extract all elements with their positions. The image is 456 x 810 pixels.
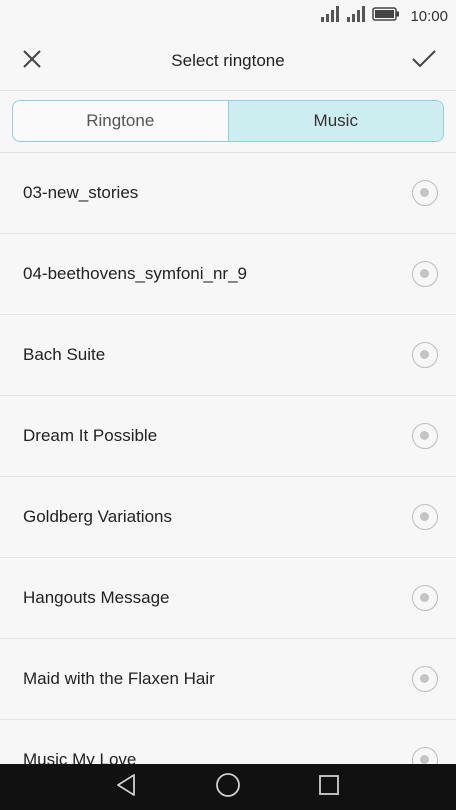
signal-icon (320, 5, 340, 27)
radio-button[interactable] (412, 585, 438, 611)
radio-dot-icon (420, 593, 429, 602)
list-item-label: 04-beethovens_symfoni_nr_9 (23, 264, 247, 283)
radio-button[interactable] (412, 261, 438, 287)
status-bar: 10:00 (0, 0, 456, 32)
navigation-bar (0, 764, 456, 810)
list-item-label: Bach Suite (23, 345, 106, 364)
recents-icon (317, 773, 341, 802)
tab-music[interactable]: Music (227, 101, 443, 141)
radio-dot-icon (420, 755, 429, 764)
list-item-label: Maid with the Flaxen Hair (23, 669, 215, 688)
radio-dot-icon (420, 431, 429, 440)
back-icon (115, 773, 139, 802)
list-item-label: 03-new_stories (23, 183, 139, 202)
list-item[interactable]: Dream It Possible (0, 396, 456, 477)
status-icons: 10:00 (320, 5, 448, 27)
status-time: 10:00 (410, 7, 448, 25)
list-item-label: Music My Love (23, 750, 137, 764)
radio-button[interactable] (412, 180, 438, 206)
radio-button[interactable] (412, 666, 438, 692)
page-title: Select ringtone (171, 51, 285, 70)
confirm-button[interactable] (406, 46, 442, 76)
radio-dot-icon (420, 674, 429, 683)
list-item-label: Hangouts Message (23, 588, 170, 607)
recents-button[interactable] (309, 772, 349, 802)
list-item[interactable]: Music My Love (0, 720, 456, 764)
list-item-label: Goldberg Variations (23, 507, 172, 526)
list-item[interactable]: Goldberg Variations (0, 477, 456, 558)
list-item[interactable]: Hangouts Message (0, 558, 456, 639)
list-item[interactable]: Maid with the Flaxen Hair (0, 639, 456, 720)
list-item[interactable]: 03-new_stories (0, 153, 456, 234)
radio-button[interactable] (412, 423, 438, 449)
list-item-label: Dream It Possible (23, 426, 158, 445)
radio-dot-icon (420, 350, 429, 359)
app-header: Select ringtone (0, 32, 456, 91)
battery-icon (372, 6, 400, 27)
list-item[interactable]: Bach Suite (0, 315, 456, 396)
back-button[interactable] (107, 772, 147, 802)
radio-dot-icon (420, 512, 429, 521)
signal-icon (346, 5, 366, 27)
radio-button[interactable] (412, 747, 438, 764)
radio-dot-icon (420, 269, 429, 278)
tab-ringtone[interactable]: Ringtone (13, 101, 228, 141)
checkmark-icon (411, 49, 437, 74)
radio-button[interactable] (412, 504, 438, 530)
tab-switcher: Ringtone Music (12, 100, 444, 142)
music-list[interactable]: 03-new_stories 04-beethovens_symfoni_nr_… (0, 153, 456, 764)
home-button[interactable] (208, 772, 248, 802)
home-icon (215, 772, 241, 803)
radio-dot-icon (420, 188, 429, 197)
radio-button[interactable] (412, 342, 438, 368)
list-item[interactable]: 04-beethovens_symfoni_nr_9 (0, 234, 456, 315)
